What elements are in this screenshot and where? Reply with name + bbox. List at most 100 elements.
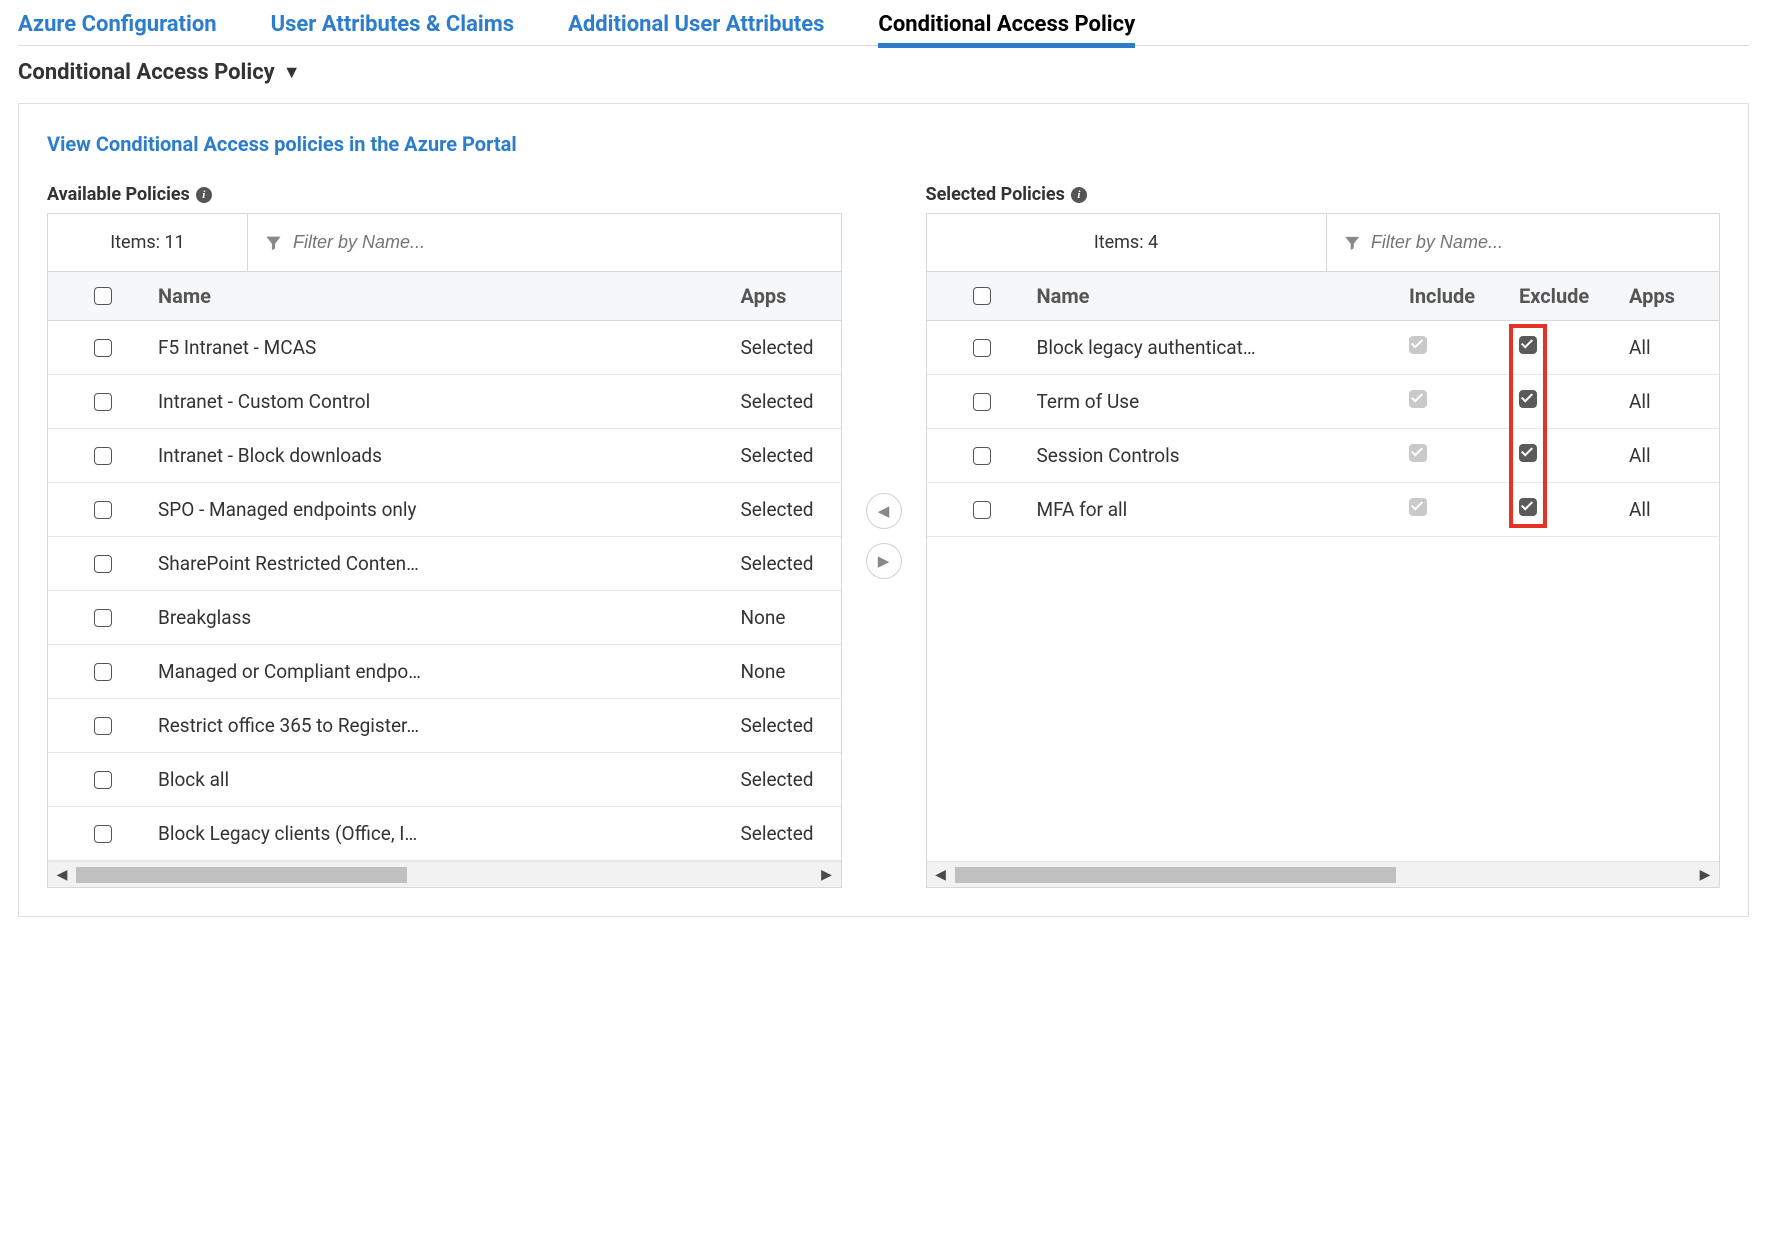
row-apps: Selected <box>741 336 841 359</box>
row-apps: None <box>741 606 841 629</box>
row-apps: All <box>1629 390 1719 413</box>
table-row[interactable]: Intranet - Block downloadsSelected <box>48 429 841 483</box>
selected-column-apps[interactable]: Apps <box>1629 284 1719 308</box>
selected-policies-title: Selected Policies <box>926 184 1065 205</box>
row-apps: Selected <box>741 822 841 845</box>
row-apps: Selected <box>741 498 841 521</box>
available-policies-panel: Available Policies i Items: 11 Name <box>47 184 842 888</box>
row-checkbox[interactable] <box>94 447 112 465</box>
row-apps: None <box>741 660 841 683</box>
tab-additional-user-attributes[interactable]: Additional User Attributes <box>568 12 824 37</box>
row-name: Block Legacy clients (Office, I… <box>158 822 741 845</box>
table-row[interactable]: Block Legacy clients (Office, I…Selected <box>48 807 841 861</box>
row-apps: All <box>1629 498 1719 521</box>
table-row[interactable]: Term of Use All <box>927 375 1720 429</box>
row-name: Intranet - Block downloads <box>158 444 741 467</box>
row-apps: All <box>1629 336 1719 359</box>
available-table-body[interactable]: F5 Intranet - MCASSelectedIntranet - Cus… <box>48 321 841 861</box>
content-box: View Conditional Access policies in the … <box>18 103 1749 917</box>
include-checkbox[interactable] <box>1409 444 1427 462</box>
tab-user-attributes-claims[interactable]: User Attributes & Claims <box>271 12 514 37</box>
table-row[interactable]: SharePoint Restricted Conten…Selected <box>48 537 841 591</box>
exclude-checkbox[interactable] <box>1519 498 1537 516</box>
selected-hscrollbar[interactable]: ◀ ▶ <box>927 861 1720 887</box>
available-filter-input[interactable] <box>293 232 825 253</box>
row-name: SPO - Managed endpoints only <box>158 498 741 521</box>
available-policies-title: Available Policies <box>47 184 190 205</box>
info-icon[interactable]: i <box>196 187 212 203</box>
available-column-apps[interactable]: Apps <box>741 284 841 308</box>
row-name: F5 Intranet - MCAS <box>158 336 741 359</box>
funnel-icon <box>1343 233 1361 253</box>
row-checkbox[interactable] <box>94 825 112 843</box>
row-checkbox[interactable] <box>973 339 991 357</box>
row-apps: Selected <box>741 768 841 791</box>
section-title-label: Conditional Access Policy <box>18 60 275 85</box>
transfer-buttons: ◀ ▶ <box>866 184 902 888</box>
table-row[interactable]: F5 Intranet - MCASSelected <box>48 321 841 375</box>
selected-filter-input[interactable] <box>1371 232 1703 253</box>
row-apps: Selected <box>741 552 841 575</box>
row-checkbox[interactable] <box>94 393 112 411</box>
row-name: Term of Use <box>1037 390 1410 413</box>
selected-select-all-checkbox[interactable] <box>973 287 991 305</box>
tab-conditional-access-policy[interactable]: Conditional Access Policy <box>878 12 1135 48</box>
row-name: Managed or Compliant endpo… <box>158 660 741 683</box>
available-select-all-checkbox[interactable] <box>94 287 112 305</box>
row-checkbox[interactable] <box>94 663 112 681</box>
row-name: Intranet - Custom Control <box>158 390 741 413</box>
row-apps: Selected <box>741 444 841 467</box>
selected-items-count: Items: 4 <box>927 214 1327 271</box>
row-name: Block all <box>158 768 741 791</box>
row-checkbox[interactable] <box>94 555 112 573</box>
table-row[interactable]: Session Controls All <box>927 429 1720 483</box>
selected-column-name[interactable]: Name <box>1037 284 1410 308</box>
tabs: Azure Configuration User Attributes & Cl… <box>18 12 1749 46</box>
available-items-count: Items: 11 <box>48 214 248 271</box>
move-left-button[interactable]: ◀ <box>866 493 902 529</box>
selected-column-include[interactable]: Include <box>1409 284 1519 308</box>
row-name: MFA for all <box>1037 498 1410 521</box>
row-name: Breakglass <box>158 606 741 629</box>
available-hscrollbar[interactable]: ◀ ▶ <box>48 861 841 887</box>
exclude-checkbox[interactable] <box>1519 336 1537 354</box>
table-row[interactable]: SPO - Managed endpoints onlySelected <box>48 483 841 537</box>
table-row[interactable]: Block legacy authenticat… All <box>927 321 1720 375</box>
row-name: Block legacy authenticat… <box>1037 336 1410 359</box>
row-checkbox[interactable] <box>94 501 112 519</box>
row-apps: Selected <box>741 390 841 413</box>
caret-down-icon: ▼ <box>283 62 301 83</box>
exclude-checkbox[interactable] <box>1519 390 1537 408</box>
azure-portal-link[interactable]: View Conditional Access policies in the … <box>47 132 1720 156</box>
tab-azure-configuration[interactable]: Azure Configuration <box>18 12 217 37</box>
row-checkbox[interactable] <box>94 339 112 357</box>
include-checkbox[interactable] <box>1409 336 1427 354</box>
table-row[interactable]: Restrict office 365 to Register…Selected <box>48 699 841 753</box>
row-name: SharePoint Restricted Conten… <box>158 552 741 575</box>
row-checkbox[interactable] <box>973 393 991 411</box>
selected-table-body[interactable]: Block legacy authenticat… All Term of Use A… <box>927 321 1720 537</box>
table-row[interactable]: BreakglassNone <box>48 591 841 645</box>
row-checkbox[interactable] <box>94 717 112 735</box>
move-right-button[interactable]: ▶ <box>866 543 902 579</box>
selected-column-exclude[interactable]: Exclude <box>1519 284 1629 308</box>
table-row[interactable]: Block allSelected <box>48 753 841 807</box>
funnel-icon <box>264 233 283 253</box>
table-row[interactable]: Intranet - Custom ControlSelected <box>48 375 841 429</box>
selected-policies-panel: Selected Policies i Items: 4 Name <box>926 184 1721 888</box>
exclude-checkbox[interactable] <box>1519 444 1537 462</box>
section-title[interactable]: Conditional Access Policy ▼ <box>18 60 301 85</box>
table-row[interactable]: MFA for all All <box>927 483 1720 537</box>
row-apps: All <box>1629 444 1719 467</box>
info-icon[interactable]: i <box>1071 187 1087 203</box>
row-name: Session Controls <box>1037 444 1410 467</box>
row-checkbox[interactable] <box>973 447 991 465</box>
row-checkbox[interactable] <box>94 609 112 627</box>
row-name: Restrict office 365 to Register… <box>158 714 741 737</box>
include-checkbox[interactable] <box>1409 390 1427 408</box>
available-column-name[interactable]: Name <box>158 284 741 308</box>
table-row[interactable]: Managed or Compliant endpo…None <box>48 645 841 699</box>
row-checkbox[interactable] <box>973 501 991 519</box>
row-checkbox[interactable] <box>94 771 112 789</box>
include-checkbox[interactable] <box>1409 498 1427 516</box>
